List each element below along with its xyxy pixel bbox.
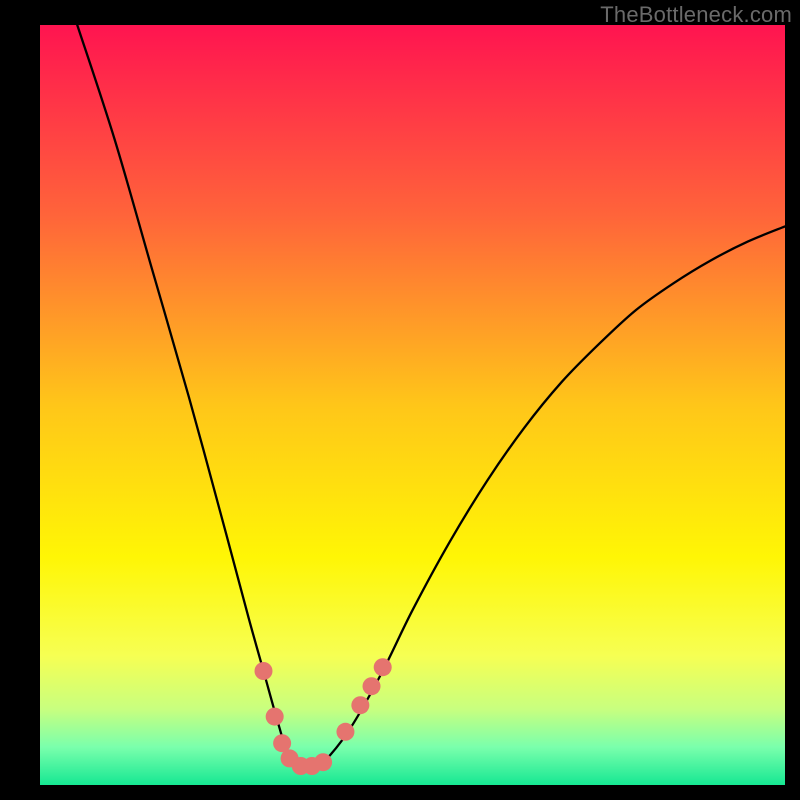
- marker-point: [266, 708, 284, 726]
- marker-point: [255, 662, 273, 680]
- marker-point: [363, 677, 381, 695]
- chart-frame: TheBottleneck.com: [0, 0, 800, 800]
- watermark-text: TheBottleneck.com: [600, 2, 792, 28]
- marker-point: [374, 658, 392, 676]
- chart-svg: [40, 25, 785, 785]
- marker-point: [351, 696, 369, 714]
- marker-point: [314, 753, 332, 771]
- gradient-background: [40, 25, 785, 785]
- plot-area: [40, 25, 785, 785]
- marker-point: [336, 723, 354, 741]
